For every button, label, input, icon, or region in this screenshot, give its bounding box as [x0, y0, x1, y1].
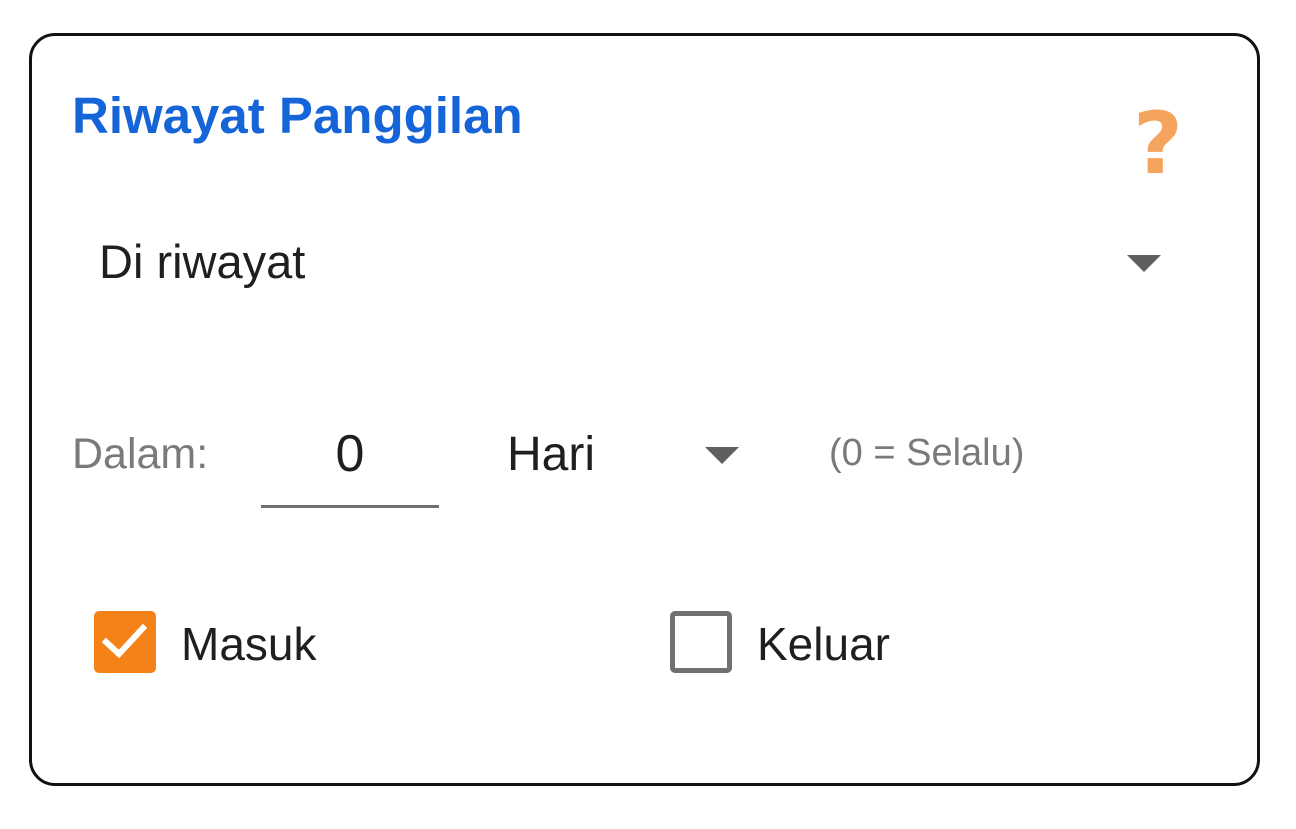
- days-input[interactable]: 0: [261, 416, 439, 508]
- incoming-checkbox-row[interactable]: Masuk: [94, 607, 394, 677]
- history-dropdown[interactable]: Di riwayat: [72, 222, 1182, 306]
- outgoing-label: Keluar: [757, 618, 890, 670]
- range-hint: (0 = Selalu): [829, 432, 1025, 474]
- incoming-label: Masuk: [181, 618, 317, 670]
- check-icon: [102, 623, 148, 659]
- unit-dropdown-value: Hari: [507, 428, 596, 481]
- help-icon[interactable]: ?: [1128, 101, 1188, 187]
- range-label: Dalam:: [72, 430, 209, 478]
- call-history-dialog: Riwayat Panggilan ? Di riwayat Dalam: 0 …: [29, 33, 1260, 786]
- chevron-down-icon: [705, 447, 739, 464]
- chevron-down-icon: [1127, 255, 1161, 272]
- days-input-value: 0: [335, 425, 365, 483]
- history-dropdown-value: Di riwayat: [99, 235, 306, 288]
- outgoing-checkbox[interactable]: [670, 611, 732, 673]
- incoming-checkbox[interactable]: [94, 611, 156, 673]
- outgoing-checkbox-row[interactable]: Keluar: [670, 607, 970, 677]
- unit-dropdown[interactable]: Hari: [504, 417, 744, 497]
- dialog-title: Riwayat Panggilan: [72, 87, 523, 144]
